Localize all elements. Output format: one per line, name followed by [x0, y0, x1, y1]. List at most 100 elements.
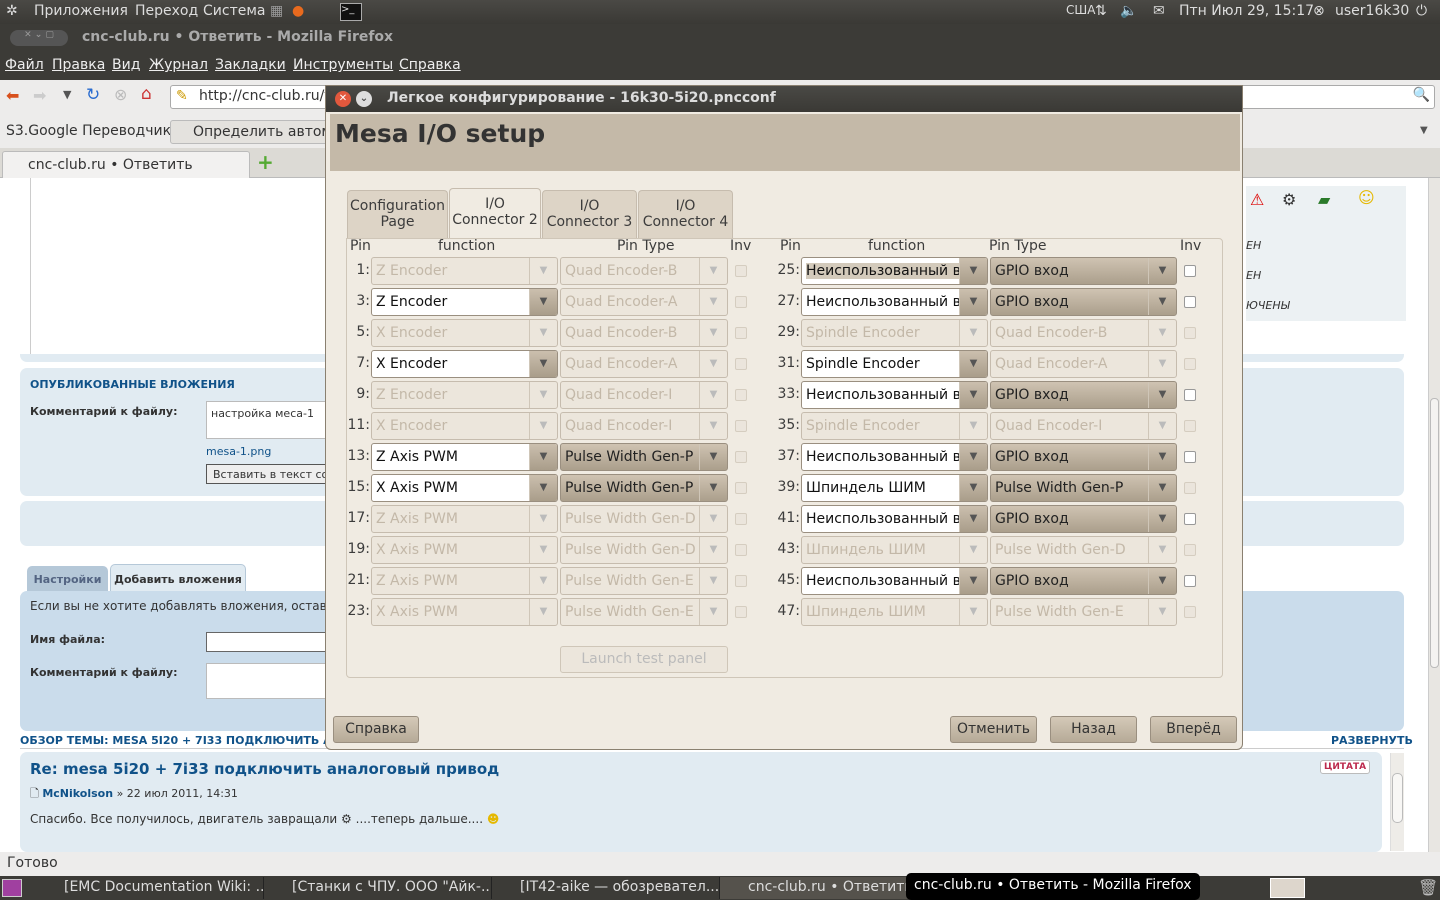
clock[interactable]: Птн Июл 29, 15:17: [1179, 3, 1314, 19]
function-combo[interactable]: Неиспользованный вход ▼: [801, 505, 988, 533]
back-button[interactable]: Назад: [1050, 716, 1137, 743]
function-combo[interactable]: Z Encoder ▼: [371, 381, 558, 409]
invert-checkbox[interactable]: [1184, 513, 1196, 525]
menu-help[interactable]: Справка: [399, 57, 461, 73]
chevron-down-icon[interactable]: ▼: [959, 382, 987, 408]
invert-checkbox[interactable]: [1184, 606, 1196, 618]
volume-icon[interactable]: 🔈: [1120, 3, 1137, 19]
chevron-down-icon[interactable]: ▼: [959, 413, 987, 439]
invert-checkbox[interactable]: [735, 420, 747, 432]
cancel-button[interactable]: Отменить: [950, 716, 1037, 743]
chevron-down-icon[interactable]: ▼: [699, 506, 727, 532]
taskbar-item[interactable]: [IT42-aike — обозревател...: [492, 877, 720, 899]
mail-icon[interactable]: ✉: [1153, 3, 1165, 19]
chevron-down-icon[interactable]: ▼: [959, 351, 987, 377]
function-combo[interactable]: X Encoder ▼: [371, 412, 558, 440]
function-combo[interactable]: Spindle Encoder ▼: [801, 412, 988, 440]
status-icon[interactable]: ⊗: [1313, 3, 1325, 19]
function-combo[interactable]: Z Axis PWM ▼: [371, 567, 558, 595]
post-title[interactable]: Re: mesa 5i20 + 7i33 подключить аналогов…: [30, 760, 499, 778]
function-combo[interactable]: Неиспользованный вход ▼: [801, 257, 988, 285]
help-button[interactable]: Справка: [333, 716, 419, 743]
scrollbar-thumb[interactable]: [1430, 398, 1439, 668]
chevron-down-icon[interactable]: ▼: [1148, 599, 1176, 625]
chevron-down-icon[interactable]: ▼: [699, 413, 727, 439]
pin-type-combo[interactable]: Quad Encoder-A ▼: [560, 288, 728, 316]
menu-places[interactable]: Переход: [135, 3, 198, 19]
close-icon[interactable]: ✕: [335, 91, 351, 107]
firefox-launcher-icon[interactable]: ●: [292, 3, 304, 19]
home-icon[interactable]: ⌂: [141, 84, 152, 104]
pin-type-combo[interactable]: Pulse Width Gen-E ▼: [990, 598, 1177, 626]
invert-checkbox[interactable]: [1184, 389, 1196, 401]
workspace-switcher[interactable]: [1270, 878, 1305, 898]
chevron-down-icon[interactable]: ▼: [699, 382, 727, 408]
pin-type-combo[interactable]: Pulse Width Gen-E ▼: [560, 567, 728, 595]
chevron-down-icon[interactable]: ▼: [529, 320, 557, 346]
function-combo[interactable]: X Encoder ▼: [371, 350, 558, 378]
chevron-down-icon[interactable]: ▼: [959, 258, 987, 284]
chevron-down-icon[interactable]: ▼: [699, 568, 727, 594]
pin-type-combo[interactable]: Pulse Width Gen-E ▼: [560, 598, 728, 626]
menu-view[interactable]: Вид: [112, 57, 140, 73]
function-combo[interactable]: Z Encoder ▼: [371, 288, 558, 316]
invert-checkbox[interactable]: [735, 327, 747, 339]
chevron-down-icon[interactable]: ▼: [1148, 506, 1176, 532]
chevron-down-icon[interactable]: ▼: [529, 382, 557, 408]
taskbar-item[interactable]: [Станки с ЧПУ. ООО "Айк-...: [264, 877, 492, 899]
menu-history[interactable]: Журнал: [149, 57, 208, 73]
taskbar-item[interactable]: [EMC Documentation Wiki: ...: [36, 877, 264, 899]
chevron-down-icon[interactable]: ▼: [1148, 537, 1176, 563]
chevron-down-icon[interactable]: ▼: [1148, 258, 1176, 284]
power-icon[interactable]: ⏻: [1416, 3, 1427, 19]
invert-checkbox[interactable]: [735, 296, 747, 308]
chevron-down-icon[interactable]: ▼: [529, 537, 557, 563]
function-combo[interactable]: Spindle Encoder ▼: [801, 350, 988, 378]
pin-type-combo[interactable]: GPIO вход ▼: [990, 505, 1177, 533]
tab-io-connector-2[interactable]: I/O Connector 2: [449, 188, 541, 239]
function-combo[interactable]: Неиспользованный вход ▼: [801, 381, 988, 409]
menu-bookmarks[interactable]: Закладки: [215, 57, 286, 73]
expand-link[interactable]: РАЗВЕРНУТЬ: [1331, 734, 1413, 747]
menu-edit[interactable]: Правка: [52, 57, 105, 73]
file-comment-input[interactable]: настройка меса-1: [206, 401, 336, 439]
search-icon[interactable]: 🔍: [1413, 87, 1430, 103]
post-scrollbar-thumb[interactable]: [1392, 773, 1403, 823]
chevron-down-icon[interactable]: ▼: [529, 475, 557, 501]
function-combo[interactable]: Z Axis PWM ▼: [371, 505, 558, 533]
post-scrollbar[interactable]: [1390, 753, 1404, 851]
invert-checkbox[interactable]: [1184, 265, 1196, 277]
pin-type-combo[interactable]: Quad Encoder-I ▼: [990, 412, 1177, 440]
chevron-down-icon[interactable]: ▼: [1148, 289, 1176, 315]
pin-type-combo[interactable]: Quad Encoder-B ▼: [990, 319, 1177, 347]
chevron-down-icon[interactable]: ▼: [699, 258, 727, 284]
comment-input[interactable]: [206, 663, 336, 699]
pin-type-combo[interactable]: GPIO вход ▼: [990, 567, 1177, 595]
menu-tools[interactable]: Инструменты: [293, 57, 393, 73]
chevron-down-icon[interactable]: ▼: [959, 320, 987, 346]
pin-type-combo[interactable]: Pulse Width Gen-D ▼: [560, 505, 728, 533]
pin-type-combo[interactable]: Pulse Width Gen-P ▼: [560, 474, 728, 502]
quote-button[interactable]: ЦИТАТА: [1320, 760, 1371, 774]
function-combo[interactable]: Шпиндель ШИМ ▼: [801, 598, 988, 626]
invert-checkbox[interactable]: [1184, 575, 1196, 587]
chevron-down-icon[interactable]: ▼: [959, 599, 987, 625]
forward-button[interactable]: Вперёд: [1150, 716, 1237, 743]
page-scrollbar[interactable]: [1428, 178, 1440, 852]
function-combo[interactable]: Z Axis PWM ▼: [371, 443, 558, 471]
function-combo[interactable]: X Axis PWM ▼: [371, 474, 558, 502]
chevron-down-icon[interactable]: ▼: [959, 475, 987, 501]
chevron-down-icon[interactable]: ▼: [959, 568, 987, 594]
pin-type-combo[interactable]: GPIO вход ▼: [990, 288, 1177, 316]
invert-checkbox[interactable]: [1184, 327, 1196, 339]
message-textarea[interactable]: [30, 178, 330, 358]
chevron-down-icon[interactable]: ▼: [529, 258, 557, 284]
pin-type-combo[interactable]: GPIO вход ▼: [990, 443, 1177, 471]
invert-checkbox[interactable]: [735, 575, 747, 587]
pin-type-combo[interactable]: GPIO вход ▼: [990, 257, 1177, 285]
chevron-down-icon[interactable]: ▼: [1148, 351, 1176, 377]
pin-type-combo[interactable]: Quad Encoder-I ▼: [560, 412, 728, 440]
function-combo[interactable]: Неиспользованный вход ▼: [801, 443, 988, 471]
tab-add-attachments[interactable]: Добавить вложения: [110, 564, 246, 592]
chevron-down-icon[interactable]: ▼: [959, 289, 987, 315]
